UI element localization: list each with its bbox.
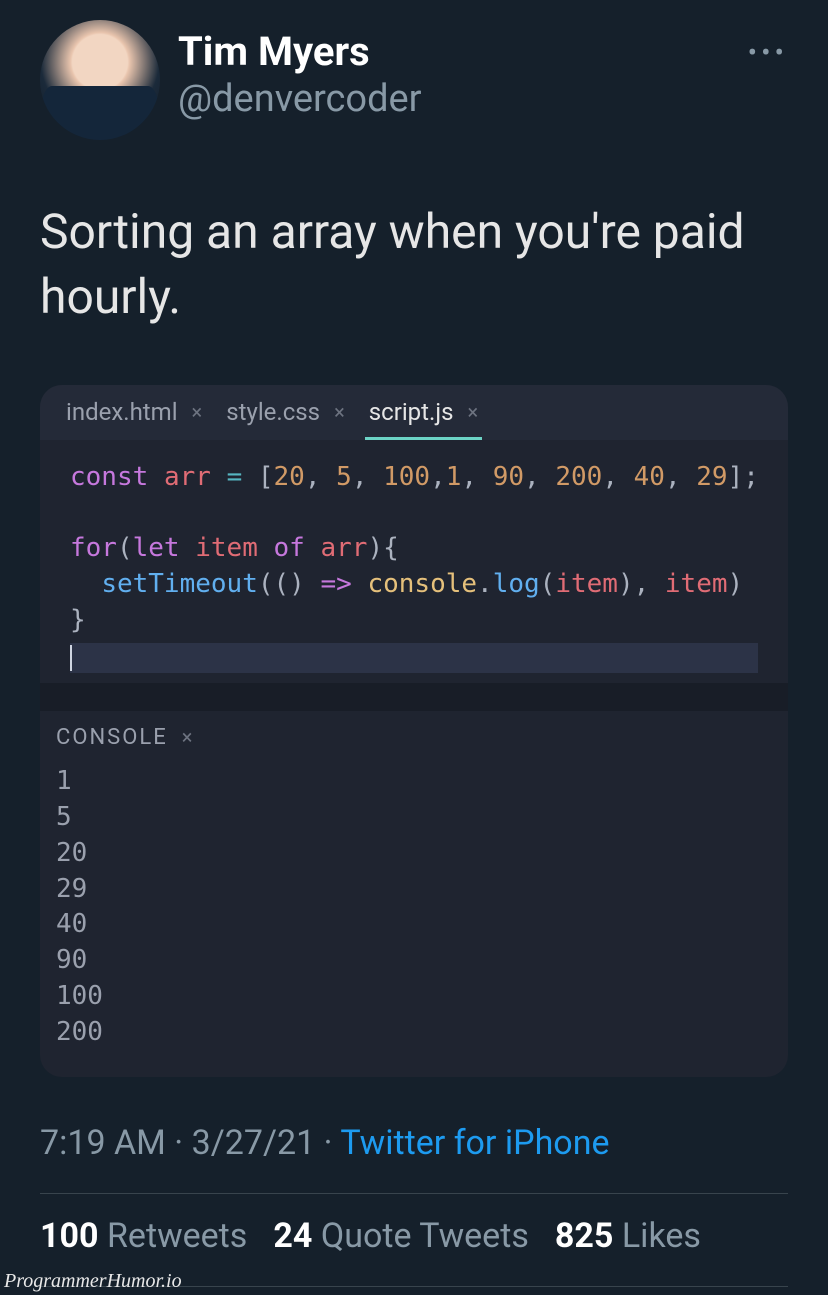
divider xyxy=(40,1193,788,1194)
tweet-time[interactable]: 7:19 AM xyxy=(40,1123,166,1163)
display-name: Tim Myers xyxy=(178,28,422,75)
likes-stat[interactable]: 825 Likes xyxy=(555,1216,701,1256)
cursor-line xyxy=(70,643,758,673)
tweet: Tim Myers @denvercoder ••• Sorting an ar… xyxy=(0,0,828,1287)
console-line: 90 xyxy=(56,943,772,979)
close-icon[interactable]: × xyxy=(192,400,203,424)
close-icon[interactable]: × xyxy=(182,725,193,749)
editor-tab-label: index.html xyxy=(66,398,178,426)
console-line: 200 xyxy=(56,1015,772,1051)
editor-tabbar: index.html × style.css × script.js × xyxy=(40,385,788,440)
console-output: 1 5 20 29 40 90 100 200 xyxy=(40,758,788,1077)
editor-tab-label: script.js xyxy=(369,398,454,426)
handle: @denvercoder xyxy=(178,77,422,121)
watermark: ProgrammerHumor.io xyxy=(4,1270,182,1293)
tweet-header: Tim Myers @denvercoder ••• xyxy=(40,20,788,140)
panel-divider xyxy=(40,683,788,711)
console-line: 40 xyxy=(56,907,772,943)
console-label: CONSOLE xyxy=(56,725,168,750)
console-line: 5 xyxy=(56,800,772,836)
more-button[interactable]: ••• xyxy=(748,36,788,69)
console-line: 20 xyxy=(56,836,772,872)
tweet-text: Sorting an array when you're paid hourly… xyxy=(40,200,788,330)
tweet-meta: 7:19 AM · 3/27/21 · Twitter for iPhone xyxy=(40,1123,788,1163)
author-block[interactable]: Tim Myers @denvercoder xyxy=(178,20,422,121)
code-editor-image: index.html × style.css × script.js × con… xyxy=(40,385,788,1077)
editor-tab-script-js[interactable]: script.js × xyxy=(357,385,490,440)
tweet-stats: 100 Retweets 24 Quote Tweets 825 Likes xyxy=(40,1216,788,1256)
avatar[interactable] xyxy=(40,20,160,140)
editor-tab-index-html[interactable]: index.html × xyxy=(54,385,214,440)
console-line: 29 xyxy=(56,872,772,908)
editor-tab-style-css[interactable]: style.css × xyxy=(214,385,357,440)
close-icon[interactable]: × xyxy=(334,400,345,424)
quote-tweets-stat[interactable]: 24 Quote Tweets xyxy=(273,1216,529,1256)
code-area: const arr = [20, 5, 100,1, 90, 200, 40, … xyxy=(40,440,788,683)
close-icon[interactable]: × xyxy=(467,400,478,424)
editor-tab-label: style.css xyxy=(226,398,320,426)
tweet-date[interactable]: 3/27/21 xyxy=(192,1123,316,1163)
tweet-source[interactable]: Twitter for iPhone xyxy=(340,1123,609,1163)
console-line: 100 xyxy=(56,979,772,1015)
console-tab[interactable]: CONSOLE × xyxy=(40,711,788,758)
retweets-stat[interactable]: 100 Retweets xyxy=(40,1216,247,1256)
console-line: 1 xyxy=(56,764,772,800)
